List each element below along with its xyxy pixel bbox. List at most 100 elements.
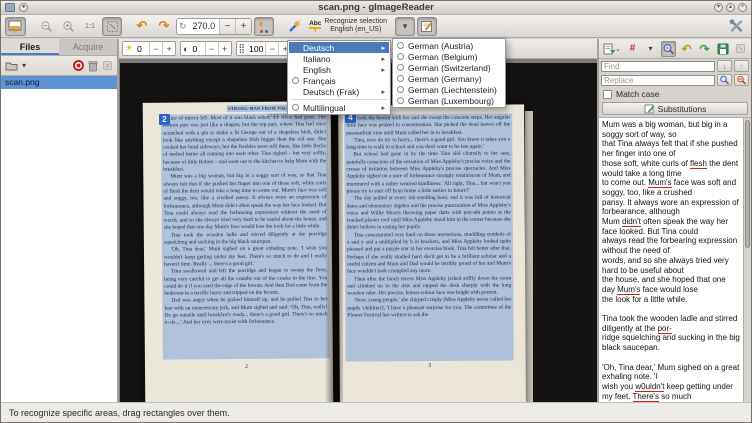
zoom-in-button[interactable]	[58, 17, 78, 36]
tools-icon	[729, 19, 744, 33]
region-badge-2[interactable]: 2	[159, 114, 170, 125]
titlebar: ● scan.png - gImageReader ▾ ▴ ×	[1, 1, 751, 15]
radio-icon	[397, 64, 404, 71]
redo-button[interactable]: ↷	[697, 41, 712, 57]
strip-linebreaks-button[interactable]: #	[625, 41, 640, 57]
minimize-button[interactable]: ▾	[714, 3, 723, 12]
clear-list-button[interactable]	[102, 60, 113, 71]
main-toolbar: 1:1 ↶ ↷ ↻ 270.0 − + ◐	[1, 15, 751, 38]
rotation-spinbox[interactable]: ↻ 270.0 − +	[176, 18, 252, 35]
output-pane-toggle[interactable]	[417, 17, 437, 36]
contrast-spinbox[interactable]: ◐ 0 − +	[180, 41, 231, 56]
delete-image-button[interactable]	[88, 60, 98, 72]
menu-item-deutsch[interactable]: Deutsch ▸	[289, 42, 389, 53]
rotate-right-button[interactable]: ↷	[154, 17, 174, 36]
menu-item-german-austria[interactable]: German (Austria)	[394, 40, 504, 51]
zoom-out-icon	[40, 20, 53, 33]
screenshot-button[interactable]	[73, 60, 84, 71]
find-input[interactable]	[601, 61, 715, 72]
filter-dropdown[interactable]: ▾	[643, 41, 658, 57]
insert-text-icon	[603, 43, 615, 55]
zoom-fit-button[interactable]	[102, 17, 122, 36]
menu-separator	[291, 99, 387, 100]
image-controls-toggle[interactable]: ◐	[254, 17, 274, 36]
brightness-increase-button[interactable]: +	[162, 42, 175, 55]
left-page-text-region[interactable]: a slice of mirror left. Most of it was b…	[161, 113, 330, 359]
menu-item-german-switzerland[interactable]: German (Switzerland)	[394, 62, 504, 73]
add-images-button[interactable]	[5, 60, 18, 71]
rotation-decrease-button[interactable]: −	[219, 19, 235, 34]
tab-acquire[interactable]: Acquire	[59, 39, 117, 55]
brightness-spinbox[interactable]: ☀ 0 − +	[122, 41, 176, 56]
auto-layout-button[interactable]	[284, 17, 304, 36]
clear-icon	[102, 60, 113, 71]
menu-item-multilingual[interactable]: Multilingual ▸	[289, 102, 389, 113]
radio-icon	[397, 53, 404, 60]
rotation-value: 270.0	[189, 21, 220, 31]
clear-output-button[interactable]	[733, 41, 748, 57]
rotation-increase-button[interactable]: +	[235, 19, 251, 34]
scan-paragraph: Tina took the wooden ladle and stirred d…	[164, 231, 327, 247]
menu-item-deutsch-frak[interactable]: Deutsch (Frak) ▸	[289, 86, 389, 97]
output-scrollbar-thumb[interactable]	[745, 120, 750, 248]
rotate-right-icon: ↷	[159, 20, 170, 32]
match-case-checkbox[interactable]	[603, 90, 612, 99]
scan-paragraph: Tina took the broom with her and she swe…	[346, 115, 510, 138]
insert-mode-button[interactable]: ⌄	[602, 41, 622, 57]
app-window: ● scan.png - gImageReader ▾ ▴ ×	[0, 0, 752, 423]
resolution-spinbox[interactable]: ⣿ 100 − +	[236, 41, 293, 56]
zoom-out-button[interactable]	[36, 17, 56, 36]
contrast-increase-button[interactable]: +	[218, 42, 231, 55]
output-text[interactable]: Mum was a big woman, but big in a soggy …	[599, 118, 743, 402]
image-controls-icon: ◐	[258, 20, 271, 33]
menu-item-english[interactable]: English ▸	[289, 64, 389, 75]
window-menu-button[interactable]: ●	[19, 3, 28, 12]
sources-pane-toggle[interactable]	[5, 17, 26, 36]
find-replace-toggle[interactable]	[661, 41, 676, 57]
menu-item-german-liechtenstein[interactable]: German (Liechtenstein)	[394, 84, 504, 95]
recent-dropdown[interactable]: ▾	[22, 61, 26, 70]
zoom-original-button[interactable]: 1:1	[80, 17, 100, 36]
substitutions-button[interactable]: Substitutions	[602, 102, 748, 115]
output-text-wrap: Mum was a big woman, but big in a soggy …	[599, 117, 751, 402]
zoom-fit-icon	[106, 20, 119, 33]
brightness-decrease-button[interactable]: −	[149, 42, 162, 55]
contrast-value: 0	[191, 44, 205, 54]
right-page-text-region[interactable]: Tina took the broom with her and she swe…	[344, 114, 514, 362]
replace-all-button[interactable]	[734, 74, 749, 86]
output-scrollbar[interactable]	[743, 118, 751, 402]
replace-row	[599, 73, 751, 87]
settings-button[interactable]	[726, 17, 747, 36]
save-output-button[interactable]	[715, 41, 730, 57]
resolution-decrease-button[interactable]: −	[265, 42, 278, 55]
tab-files[interactable]: Files	[1, 39, 59, 55]
substitutions-icon	[644, 104, 655, 114]
find-prev-button[interactable]: ↑	[734, 60, 749, 72]
find-next-button[interactable]: ↓	[717, 60, 732, 72]
replace-input[interactable]	[601, 75, 715, 86]
submenu-arrow-icon: ▸	[381, 104, 385, 112]
close-button[interactable]: ×	[738, 3, 747, 12]
maximize-button[interactable]: ▴	[726, 3, 735, 12]
find-replace-icon	[662, 43, 675, 55]
contrast-decrease-button[interactable]: −	[205, 42, 218, 55]
menu-item-german-luxembourg[interactable]: German (Luxembourg)	[394, 95, 504, 106]
undo-button[interactable]: ↶	[679, 41, 694, 57]
menu-item-francais[interactable]: Français	[289, 75, 389, 86]
recognize-button[interactable]: Abc ▾ Recognize selection English (en_US…	[306, 17, 393, 36]
submenu-arrow-icon: ▸	[381, 44, 385, 52]
menu-item-german-germany[interactable]: German (Germany)	[394, 73, 504, 84]
rotate-icon: ↻	[177, 21, 189, 32]
scan-paragraph: Then after the lunch recess Miss Appleby…	[347, 275, 511, 298]
menu-item-german-belgium[interactable]: German (Belgium)	[394, 51, 504, 62]
resolution-icon: ⣿	[237, 43, 248, 54]
menu-item-italiano[interactable]: Italiano ▸	[289, 53, 389, 64]
file-item-scan[interactable]: scan.png	[1, 76, 117, 89]
match-case-row: Match case	[599, 87, 751, 101]
rotate-left-button[interactable]: ↶	[132, 17, 152, 36]
replace-button[interactable]	[717, 74, 732, 86]
submenu-arrow-icon: ▸	[381, 66, 385, 74]
status-message: To recognize specific areas, drag rectan…	[9, 408, 230, 418]
recognize-language-dropdown[interactable]: ▾	[395, 17, 415, 36]
misspelled-word: Mum's	[648, 178, 671, 188]
